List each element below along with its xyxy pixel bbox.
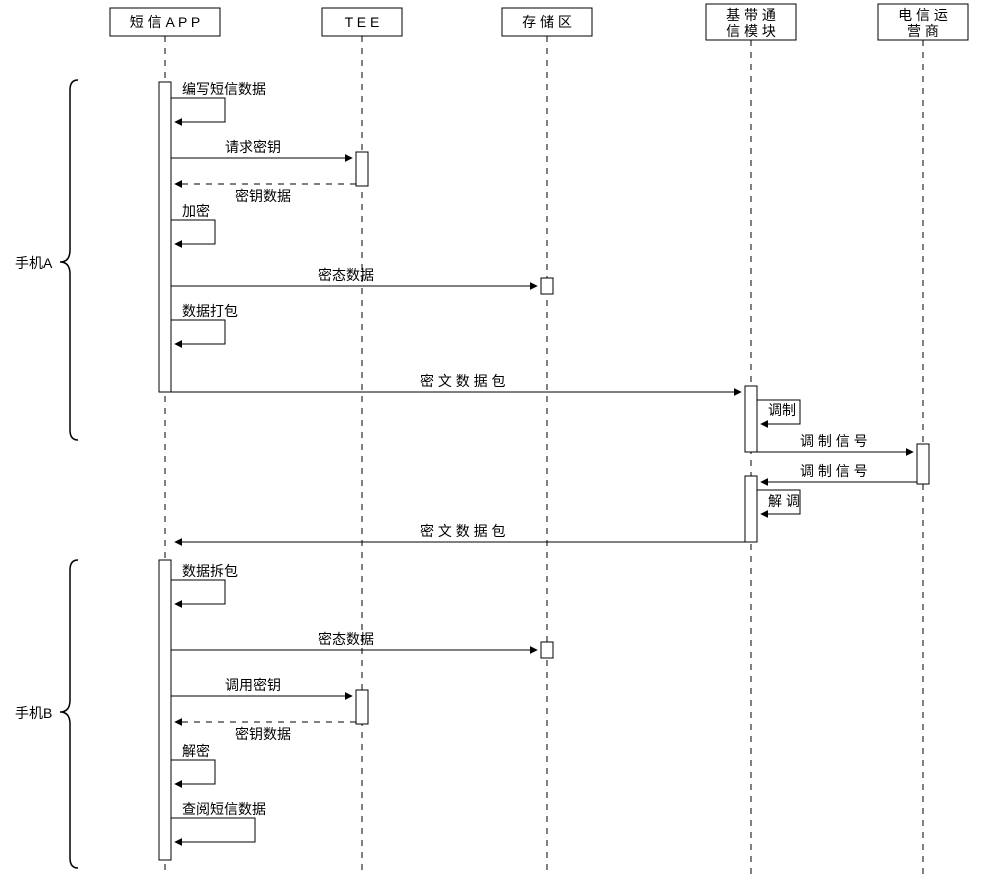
msg-request-key-label: 请求密钥 <box>225 139 281 155</box>
msg-view: 查阅短信数据 <box>171 801 266 842</box>
msg-cipher-state-a: 密态数据 <box>171 267 537 286</box>
msg-compose-label: 编写短信数据 <box>182 81 266 97</box>
msg-invoke-key: 调用密钥 <box>171 677 352 696</box>
participant-carrier-label2: 营 商 <box>907 23 939 39</box>
msg-cipher-pkt-b: 密 文 数 据 包 <box>175 523 745 542</box>
phone-a-label: 手机A <box>15 255 53 271</box>
brace-phone-b: 手机B <box>15 560 78 868</box>
msg-mod-signal-from-carrier: 调 制 信 号 <box>761 463 917 482</box>
activation-baseband-a <box>745 386 757 452</box>
msg-cipher-pkt-a: 密 文 数 据 包 <box>171 373 741 392</box>
msg-cipher-state-b: 密态数据 <box>171 631 537 650</box>
phone-b-label: 手机B <box>15 705 52 721</box>
participant-baseband: 基 带 通 信 模 块 <box>706 4 796 40</box>
msg-encrypt: 加密 <box>171 203 215 244</box>
msg-demodulate-label: 解 调 <box>768 493 800 509</box>
activation-carrier <box>917 444 929 484</box>
activation-tee-b <box>356 690 368 724</box>
participant-tee-label: T E E <box>345 14 380 30</box>
activation-tee-a <box>356 152 368 186</box>
msg-cipher-pkt-b-label: 密 文 数 据 包 <box>420 523 506 539</box>
msg-request-key: 请求密钥 <box>171 139 352 158</box>
participant-carrier-label1: 电 信 运 <box>898 7 948 23</box>
msg-decrypt: 解密 <box>171 743 215 784</box>
msg-cipher-state-b-label: 密态数据 <box>318 631 374 647</box>
msg-cipher-pkt-a-label: 密 文 数 据 包 <box>420 373 506 389</box>
activation-baseband-b <box>745 476 757 542</box>
brace-phone-a: 手机A <box>15 80 78 440</box>
msg-pack: 数据打包 <box>171 303 238 344</box>
participant-baseband-label1: 基 带 通 <box>726 7 776 23</box>
msg-modulate-label: 调制 <box>768 402 796 418</box>
participant-storage: 存 储 区 <box>502 8 592 36</box>
msg-key-data-b-label: 密钥数据 <box>235 726 291 742</box>
msg-mod-signal-to-carrier-label: 调 制 信 号 <box>800 433 868 449</box>
msg-key-data-a-label: 密钥数据 <box>235 188 291 204</box>
msg-unpack-label: 数据拆包 <box>182 563 238 579</box>
msg-mod-signal-from-carrier-label: 调 制 信 号 <box>800 463 868 479</box>
msg-unpack: 数据拆包 <box>171 563 238 604</box>
msg-invoke-key-label: 调用密钥 <box>225 677 281 693</box>
msg-decrypt-label: 解密 <box>182 743 210 759</box>
participant-tee: T E E <box>322 8 402 36</box>
msg-pack-label: 数据打包 <box>182 303 238 319</box>
participant-storage-label: 存 储 区 <box>522 14 572 30</box>
participant-baseband-label2: 信 模 块 <box>726 23 776 39</box>
msg-key-data-a: 密钥数据 <box>175 184 356 204</box>
msg-cipher-state-a-label: 密态数据 <box>318 267 374 283</box>
msg-key-data-b: 密钥数据 <box>175 722 356 742</box>
participant-app-label: 短 信 A P P <box>130 14 201 30</box>
msg-modulate: 调制 <box>757 400 800 424</box>
activation-storage-a <box>541 278 553 294</box>
activation-app-b <box>159 560 171 860</box>
activation-app-a <box>159 82 171 392</box>
activation-storage-b <box>541 642 553 658</box>
msg-mod-signal-to-carrier: 调 制 信 号 <box>757 433 913 452</box>
participant-carrier: 电 信 运 营 商 <box>878 4 968 40</box>
participant-app: 短 信 A P P <box>110 8 220 36</box>
msg-encrypt-label: 加密 <box>182 203 210 219</box>
msg-view-label: 查阅短信数据 <box>182 801 266 817</box>
msg-demodulate: 解 调 <box>757 490 800 514</box>
msg-compose: 编写短信数据 <box>171 81 266 122</box>
